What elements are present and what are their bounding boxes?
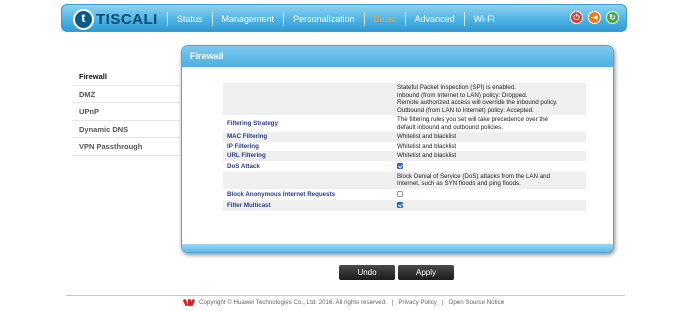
value-text-line: Block Denial of Service (DoS) attacks fr… (397, 172, 551, 180)
value-text-line: Outbound (from LAN to Internet) policy: … (397, 106, 534, 114)
nav-item-status[interactable]: Status (177, 14, 203, 24)
table-row: Block Anonymous Internet Requests (223, 188, 586, 200)
table-row: Filter Multicast (223, 199, 586, 211)
nav-separator (363, 12, 365, 26)
tiscali-logo: t TISCALI (73, 8, 158, 30)
setting-label (223, 83, 395, 115)
value-text-line: Whitelist and blacklist (397, 133, 457, 140)
setting-value: The filtering rules you set will take pr… (395, 115, 586, 132)
panel-footer-bar (182, 244, 613, 252)
nav-item-advanced[interactable]: Advanced (415, 14, 455, 24)
logout-icon[interactable]: ⇥ (588, 11, 601, 24)
footer-divider (66, 295, 625, 296)
nav-separator (404, 12, 406, 26)
setting-checkbox[interactable] (397, 201, 403, 208)
setting-label: IP Filtering (223, 141, 395, 151)
setting-label: Block Anonymous Internet Requests (223, 188, 395, 200)
nav-item-basic[interactable]: Basic (374, 14, 396, 24)
huawei-logo-icon (182, 298, 196, 307)
value-text-line: Inbound (from Internet to LAN) policy: D… (397, 91, 528, 99)
table-row: Filtering Strategy The filtering rules yo… (223, 115, 586, 132)
value-text-line: Whitelist and blacklist (397, 152, 457, 159)
power-icon[interactable]: ⏻ (570, 11, 583, 24)
setting-value: Whitelist and blacklist (395, 151, 586, 161)
setting-label: Filtering Strategy (223, 115, 395, 132)
firewall-settings-table: Stateful Packet Inspection (SPI) is enab… (223, 83, 586, 211)
sidebar-menu: Firewall DMZ UPnP Dynamic DNS VPN Passthroug… (72, 68, 180, 156)
setting-label: MAC Filtering (223, 132, 395, 142)
table-row: DoS Attack (223, 160, 586, 172)
sidebar-item-upnp[interactable]: UPnP (72, 103, 180, 121)
setting-label: Filter Multicast (223, 199, 395, 211)
table-row: IP Filtering Whitelist and blacklist (223, 141, 586, 151)
setting-value (395, 160, 586, 172)
nav-separator (167, 12, 168, 26)
sidebar-item-vpn-passthrough[interactable]: VPN Passthrough (72, 138, 180, 156)
privacy-policy-link[interactable]: Privacy Policy (398, 299, 437, 306)
nav-separator (283, 12, 285, 26)
open-source-notice-link[interactable]: Open Source Notice (449, 299, 505, 306)
panel-title: Firewall (182, 46, 613, 67)
table-row: MAC Filtering Whitelist and blacklist (223, 132, 586, 142)
nav-item-management[interactable]: Management (222, 14, 275, 24)
copyright-text: Copyright © Huawei Technologies Co., Ltd… (199, 298, 387, 306)
table-row: Block Denial of Service (DoS) attacks fr… (223, 171, 586, 189)
sidebar-item-dynamic-dns[interactable]: Dynamic DNS (72, 121, 180, 138)
value-text-line: Remote authorized access will override t… (397, 99, 558, 106)
value-text-line: Internet, such as SYN floods and ping fl… (397, 180, 521, 187)
setting-label: URL Filtering (223, 151, 395, 161)
setting-value: Whitelist and blacklist (395, 141, 586, 151)
setting-checkbox[interactable] (397, 190, 403, 197)
nav-separator (463, 12, 465, 26)
top-header-bar: t TISCALI Status Management Personalizatio… (61, 4, 627, 32)
nav-item-personalization[interactable]: Personalization (293, 14, 355, 24)
value-text-line: Whitelist and blacklist (397, 142, 457, 150)
setting-value: Block Denial of Service (DoS) attacks fr… (395, 171, 586, 189)
setting-checkbox[interactable] (397, 162, 403, 169)
value-text-line: Stateful Packet Inspection (SPI) is enab… (397, 84, 517, 91)
undo-button[interactable]: Undo (339, 265, 395, 280)
setting-value: Whitelist and blacklist (395, 132, 586, 142)
setting-value: Stateful Packet Inspection (SPI) is enab… (395, 83, 586, 115)
setting-label (223, 171, 395, 189)
setting-value (395, 188, 586, 200)
sidebar-item-dmz[interactable]: DMZ (72, 86, 180, 103)
setting-label: DoS Attack (223, 160, 395, 172)
footer-separator: | (391, 298, 394, 306)
header-icons: ⏻ ⇥ ↻ (570, 11, 619, 24)
logo-text: TISCALI (96, 10, 158, 28)
firewall-panel: Firewall Stateful Packet Inspection (SPI… (181, 45, 614, 253)
nav-separator (211, 12, 213, 26)
footer-separator: | (441, 298, 444, 306)
table-row: Stateful Packet Inspection (SPI) is enab… (223, 83, 586, 115)
value-text-line: The filtering rules you set will take pr… (397, 116, 548, 123)
table-row: URL Filtering Whitelist and blacklist (223, 151, 586, 161)
page-footer: Copyright © Huawei Technologies Co., Ltd… (182, 298, 505, 307)
apply-button[interactable]: Apply (398, 265, 454, 280)
refresh-icon[interactable]: ↻ (606, 11, 619, 24)
sidebar-item-firewall[interactable]: Firewall (72, 68, 180, 86)
value-text-line: default inbound and outbound policies. (397, 123, 503, 131)
nav-item-wi-fi[interactable]: Wi-Fi (474, 14, 495, 24)
setting-value (395, 199, 586, 211)
main-nav: Status Management Personalization Basic Adva… (158, 5, 495, 33)
logo-badge: t (73, 8, 94, 30)
